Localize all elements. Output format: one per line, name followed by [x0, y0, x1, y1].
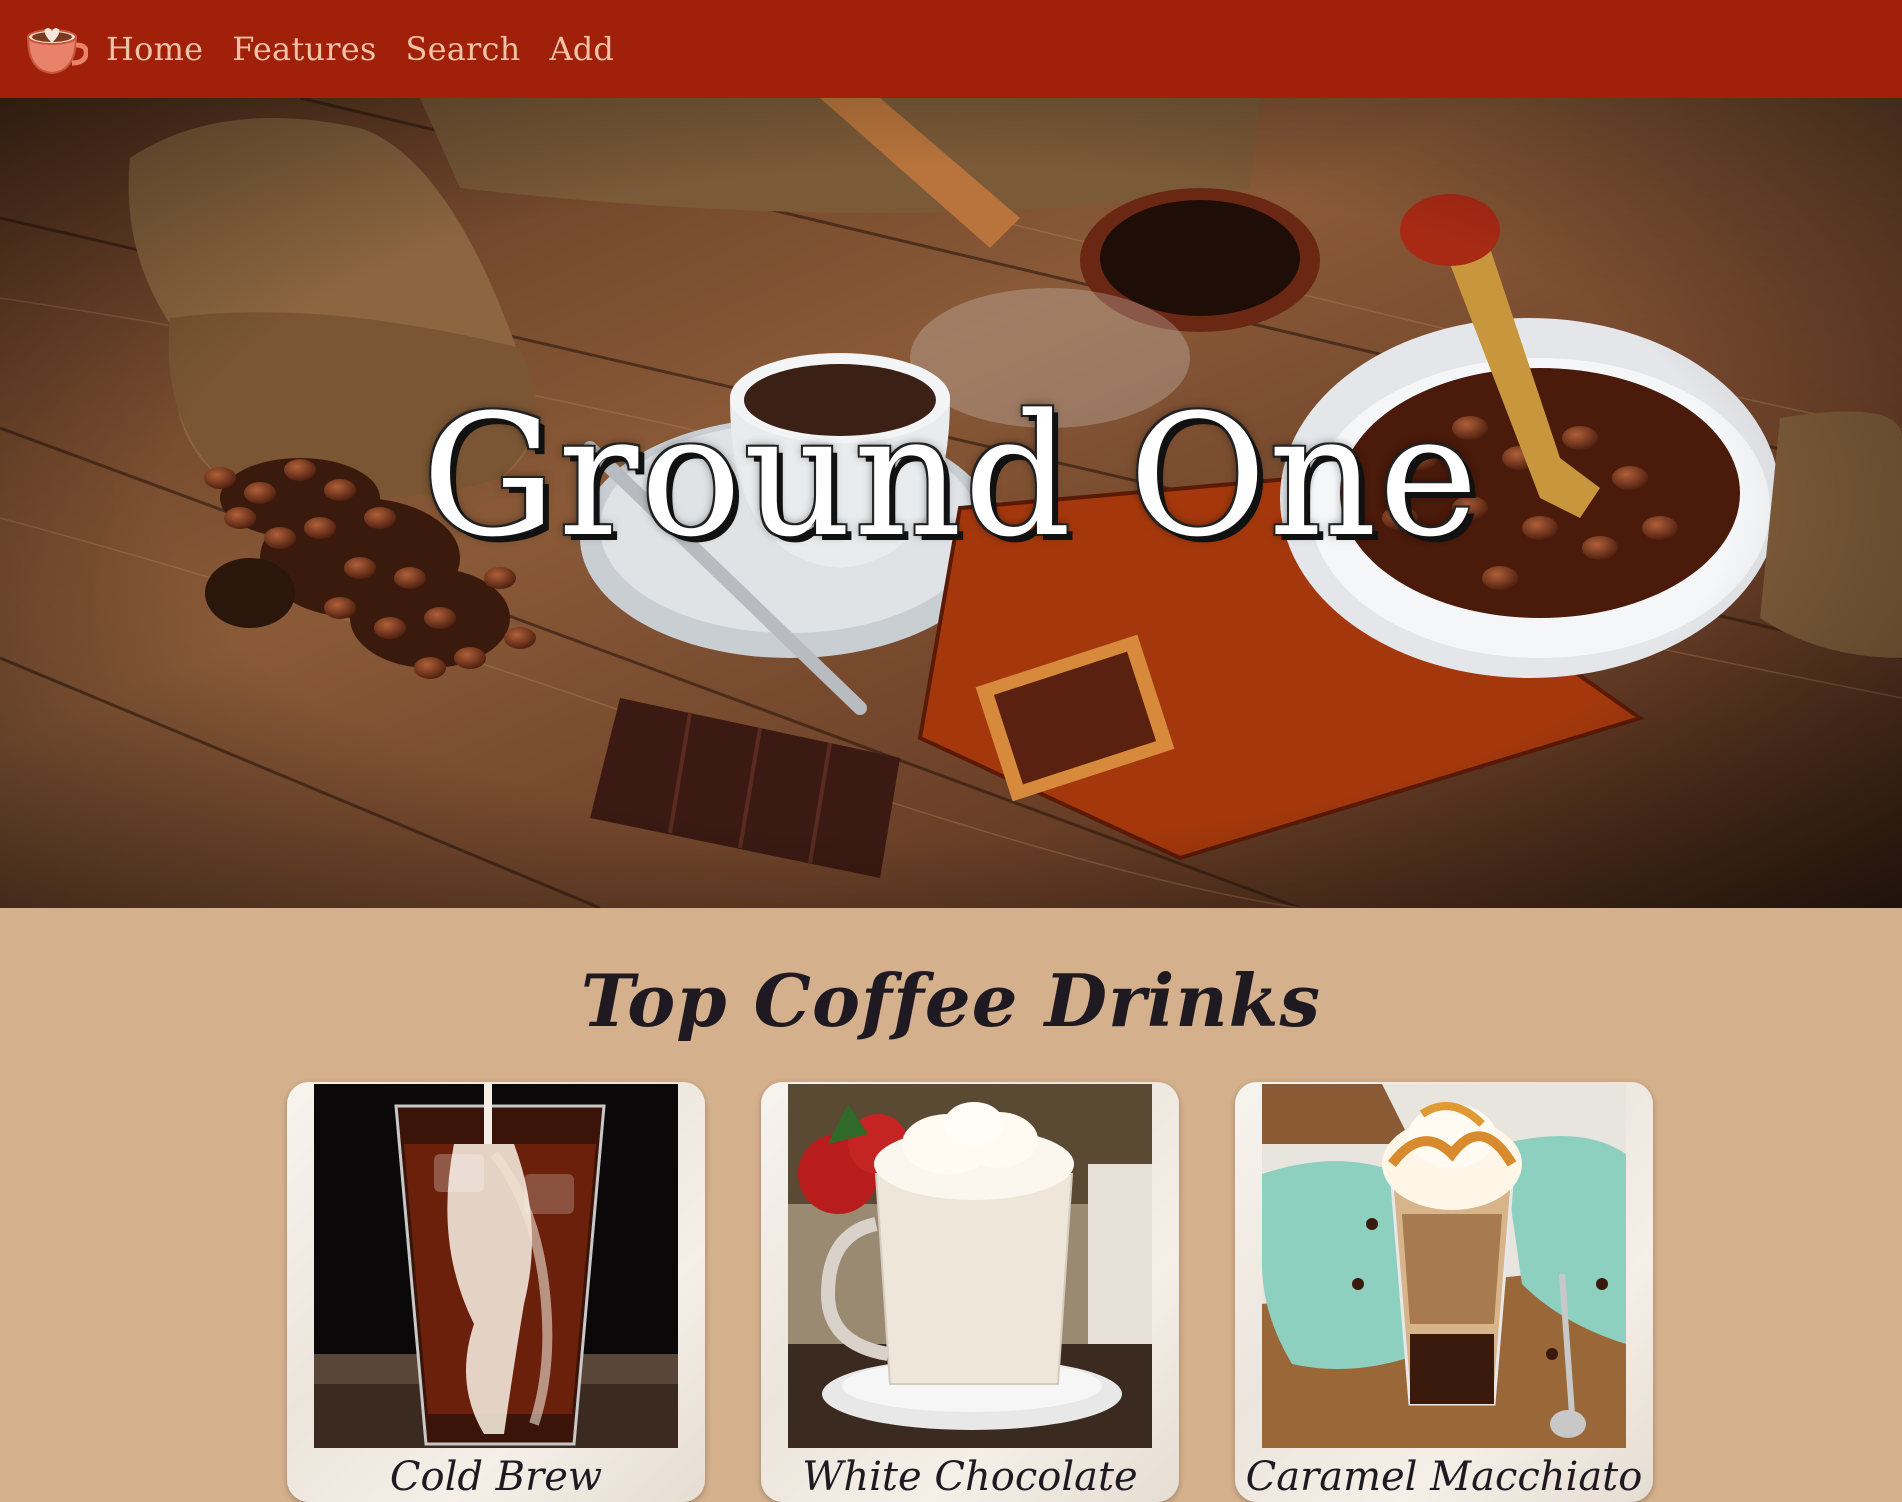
nav-link-features[interactable]: Features [232, 30, 376, 68]
nav-link-search[interactable]: Search [405, 30, 520, 68]
drink-card-label: Cold Brew [389, 1454, 603, 1500]
drink-card-cold-brew[interactable]: Cold Brew [287, 1082, 705, 1502]
drink-card-white-chocolate[interactable]: White Chocolate [761, 1082, 1179, 1502]
caramel-macchiato-image [1262, 1084, 1626, 1448]
white-chocolate-image [788, 1084, 1152, 1448]
navbar: Home Features Search Add [0, 0, 1902, 98]
drink-card-label: Caramel Macchiato [1245, 1454, 1643, 1500]
drink-card-label: White Chocolate [802, 1454, 1138, 1500]
cold-brew-image [314, 1084, 678, 1448]
section-title: Top Coffee Drinks [580, 958, 1322, 1043]
coffee-cup-heart-icon[interactable] [22, 21, 88, 77]
hero-banner: Ground One [0, 98, 1902, 908]
drink-card-caramel-macchiato[interactable]: Caramel Macchiato [1235, 1082, 1653, 1502]
nav-link-home[interactable]: Home [106, 30, 203, 68]
nav-link-add[interactable]: Add [549, 30, 614, 68]
hero-title: Ground One [421, 378, 1481, 574]
